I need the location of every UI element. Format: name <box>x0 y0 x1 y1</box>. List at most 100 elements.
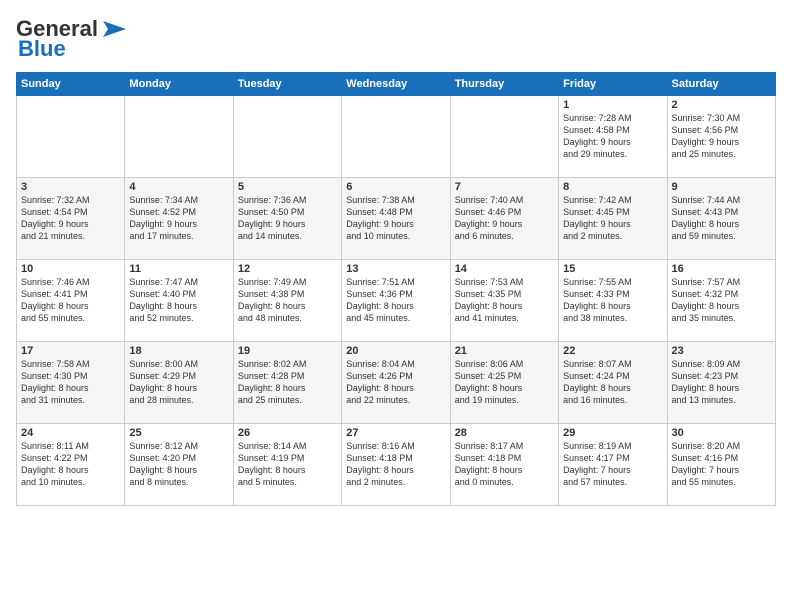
calendar-cell: 3Sunrise: 7:32 AM Sunset: 4:54 PM Daylig… <box>17 178 125 260</box>
day-number: 26 <box>238 427 337 439</box>
day-info: Sunrise: 8:19 AM Sunset: 4:17 PM Dayligh… <box>563 440 662 489</box>
week-row-1: 1Sunrise: 7:28 AM Sunset: 4:58 PM Daylig… <box>17 96 776 178</box>
day-number: 29 <box>563 427 662 439</box>
day-number: 18 <box>129 345 228 357</box>
calendar-cell: 13Sunrise: 7:51 AM Sunset: 4:36 PM Dayli… <box>342 260 450 342</box>
col-header-sunday: Sunday <box>17 73 125 96</box>
day-info: Sunrise: 7:32 AM Sunset: 4:54 PM Dayligh… <box>21 194 120 243</box>
calendar-cell: 28Sunrise: 8:17 AM Sunset: 4:18 PM Dayli… <box>450 424 558 506</box>
day-number: 14 <box>455 263 554 275</box>
day-number: 15 <box>563 263 662 275</box>
calendar-cell <box>342 96 450 178</box>
calendar-cell: 15Sunrise: 7:55 AM Sunset: 4:33 PM Dayli… <box>559 260 667 342</box>
day-number: 21 <box>455 345 554 357</box>
calendar-cell: 5Sunrise: 7:36 AM Sunset: 4:50 PM Daylig… <box>233 178 341 260</box>
calendar-cell: 2Sunrise: 7:30 AM Sunset: 4:56 PM Daylig… <box>667 96 775 178</box>
day-info: Sunrise: 7:53 AM Sunset: 4:35 PM Dayligh… <box>455 276 554 325</box>
day-number: 9 <box>672 181 771 193</box>
day-number: 11 <box>129 263 228 275</box>
calendar-table: SundayMondayTuesdayWednesdayThursdayFrid… <box>16 72 776 506</box>
calendar-cell: 25Sunrise: 8:12 AM Sunset: 4:20 PM Dayli… <box>125 424 233 506</box>
day-info: Sunrise: 8:17 AM Sunset: 4:18 PM Dayligh… <box>455 440 554 489</box>
day-info: Sunrise: 8:04 AM Sunset: 4:26 PM Dayligh… <box>346 358 445 407</box>
day-number: 27 <box>346 427 445 439</box>
logo-blue: Blue <box>18 36 66 62</box>
day-number: 12 <box>238 263 337 275</box>
day-info: Sunrise: 8:00 AM Sunset: 4:29 PM Dayligh… <box>129 358 228 407</box>
day-info: Sunrise: 7:30 AM Sunset: 4:56 PM Dayligh… <box>672 112 771 161</box>
col-header-monday: Monday <box>125 73 233 96</box>
day-number: 20 <box>346 345 445 357</box>
calendar-cell: 11Sunrise: 7:47 AM Sunset: 4:40 PM Dayli… <box>125 260 233 342</box>
calendar-cell: 21Sunrise: 8:06 AM Sunset: 4:25 PM Dayli… <box>450 342 558 424</box>
calendar-cell <box>233 96 341 178</box>
calendar-cell: 20Sunrise: 8:04 AM Sunset: 4:26 PM Dayli… <box>342 342 450 424</box>
day-number: 2 <box>672 99 771 111</box>
week-row-4: 17Sunrise: 7:58 AM Sunset: 4:30 PM Dayli… <box>17 342 776 424</box>
col-header-wednesday: Wednesday <box>342 73 450 96</box>
calendar-header: SundayMondayTuesdayWednesdayThursdayFrid… <box>17 73 776 96</box>
col-header-saturday: Saturday <box>667 73 775 96</box>
calendar-cell: 18Sunrise: 8:00 AM Sunset: 4:29 PM Dayli… <box>125 342 233 424</box>
calendar-cell: 8Sunrise: 7:42 AM Sunset: 4:45 PM Daylig… <box>559 178 667 260</box>
day-number: 4 <box>129 181 228 193</box>
calendar-cell: 9Sunrise: 7:44 AM Sunset: 4:43 PM Daylig… <box>667 178 775 260</box>
calendar-cell: 24Sunrise: 8:11 AM Sunset: 4:22 PM Dayli… <box>17 424 125 506</box>
day-number: 6 <box>346 181 445 193</box>
day-number: 10 <box>21 263 120 275</box>
col-header-friday: Friday <box>559 73 667 96</box>
col-header-tuesday: Tuesday <box>233 73 341 96</box>
day-number: 22 <box>563 345 662 357</box>
day-info: Sunrise: 7:55 AM Sunset: 4:33 PM Dayligh… <box>563 276 662 325</box>
header: General Blue <box>16 16 776 62</box>
week-row-3: 10Sunrise: 7:46 AM Sunset: 4:41 PM Dayli… <box>17 260 776 342</box>
calendar-cell: 23Sunrise: 8:09 AM Sunset: 4:23 PM Dayli… <box>667 342 775 424</box>
day-info: Sunrise: 7:36 AM Sunset: 4:50 PM Dayligh… <box>238 194 337 243</box>
day-info: Sunrise: 7:46 AM Sunset: 4:41 PM Dayligh… <box>21 276 120 325</box>
calendar-cell: 12Sunrise: 7:49 AM Sunset: 4:38 PM Dayli… <box>233 260 341 342</box>
day-number: 7 <box>455 181 554 193</box>
day-info: Sunrise: 8:20 AM Sunset: 4:16 PM Dayligh… <box>672 440 771 489</box>
day-info: Sunrise: 8:09 AM Sunset: 4:23 PM Dayligh… <box>672 358 771 407</box>
day-info: Sunrise: 7:51 AM Sunset: 4:36 PM Dayligh… <box>346 276 445 325</box>
day-info: Sunrise: 8:11 AM Sunset: 4:22 PM Dayligh… <box>21 440 120 489</box>
day-info: Sunrise: 8:14 AM Sunset: 4:19 PM Dayligh… <box>238 440 337 489</box>
calendar-cell: 6Sunrise: 7:38 AM Sunset: 4:48 PM Daylig… <box>342 178 450 260</box>
calendar-cell <box>17 96 125 178</box>
day-info: Sunrise: 8:02 AM Sunset: 4:28 PM Dayligh… <box>238 358 337 407</box>
day-info: Sunrise: 8:06 AM Sunset: 4:25 PM Dayligh… <box>455 358 554 407</box>
calendar-cell: 7Sunrise: 7:40 AM Sunset: 4:46 PM Daylig… <box>450 178 558 260</box>
day-number: 19 <box>238 345 337 357</box>
day-number: 1 <box>563 99 662 111</box>
calendar-cell: 10Sunrise: 7:46 AM Sunset: 4:41 PM Dayli… <box>17 260 125 342</box>
day-number: 16 <box>672 263 771 275</box>
logo: General Blue <box>16 16 128 62</box>
day-info: Sunrise: 7:47 AM Sunset: 4:40 PM Dayligh… <box>129 276 228 325</box>
day-number: 25 <box>129 427 228 439</box>
day-number: 17 <box>21 345 120 357</box>
day-number: 30 <box>672 427 771 439</box>
calendar-cell: 4Sunrise: 7:34 AM Sunset: 4:52 PM Daylig… <box>125 178 233 260</box>
calendar-cell: 27Sunrise: 8:16 AM Sunset: 4:18 PM Dayli… <box>342 424 450 506</box>
calendar-cell: 22Sunrise: 8:07 AM Sunset: 4:24 PM Dayli… <box>559 342 667 424</box>
calendar-cell: 26Sunrise: 8:14 AM Sunset: 4:19 PM Dayli… <box>233 424 341 506</box>
calendar-cell: 17Sunrise: 7:58 AM Sunset: 4:30 PM Dayli… <box>17 342 125 424</box>
col-header-thursday: Thursday <box>450 73 558 96</box>
day-info: Sunrise: 7:38 AM Sunset: 4:48 PM Dayligh… <box>346 194 445 243</box>
day-info: Sunrise: 7:34 AM Sunset: 4:52 PM Dayligh… <box>129 194 228 243</box>
day-number: 8 <box>563 181 662 193</box>
day-number: 24 <box>21 427 120 439</box>
calendar-cell: 14Sunrise: 7:53 AM Sunset: 4:35 PM Dayli… <box>450 260 558 342</box>
calendar-cell <box>450 96 558 178</box>
week-row-5: 24Sunrise: 8:11 AM Sunset: 4:22 PM Dayli… <box>17 424 776 506</box>
day-info: Sunrise: 7:49 AM Sunset: 4:38 PM Dayligh… <box>238 276 337 325</box>
day-number: 23 <box>672 345 771 357</box>
day-info: Sunrise: 7:44 AM Sunset: 4:43 PM Dayligh… <box>672 194 771 243</box>
day-number: 3 <box>21 181 120 193</box>
day-info: Sunrise: 8:07 AM Sunset: 4:24 PM Dayligh… <box>563 358 662 407</box>
day-info: Sunrise: 7:28 AM Sunset: 4:58 PM Dayligh… <box>563 112 662 161</box>
day-info: Sunrise: 7:57 AM Sunset: 4:32 PM Dayligh… <box>672 276 771 325</box>
day-info: Sunrise: 7:42 AM Sunset: 4:45 PM Dayligh… <box>563 194 662 243</box>
day-info: Sunrise: 8:12 AM Sunset: 4:20 PM Dayligh… <box>129 440 228 489</box>
day-info: Sunrise: 8:16 AM Sunset: 4:18 PM Dayligh… <box>346 440 445 489</box>
